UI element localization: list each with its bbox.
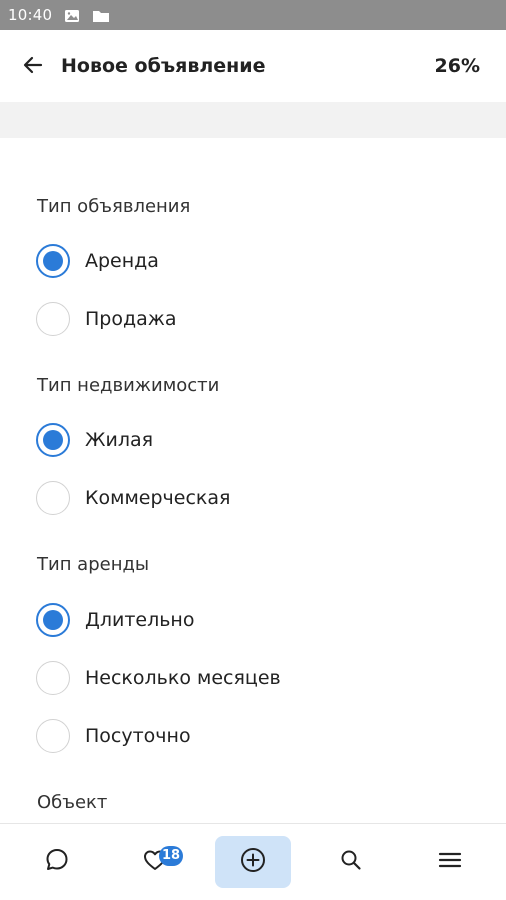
nav-messages[interactable] [19,836,95,888]
radio-unchecked-icon[interactable] [36,302,70,336]
section-label-property-type: Тип недвижимости [37,375,220,396]
radio-unchecked-icon[interactable] [36,719,70,753]
bottom-nav: 18 [0,823,506,900]
divider-band [0,102,506,138]
option-label: Коммерческая [85,487,231,509]
option-label: Продажа [85,308,177,330]
search-icon [339,848,363,876]
nav-menu[interactable] [412,836,488,888]
page-title: Новое объявление [61,55,266,77]
radio-option-long-term[interactable]: Длительно [36,600,476,640]
image-icon [64,8,80,22]
radio-option-few-months[interactable]: Несколько месяцев [36,658,476,698]
radio-checked-icon[interactable] [36,603,70,637]
option-label: Посуточно [85,725,191,747]
chat-icon [44,847,70,877]
option-label: Жилая [85,429,154,451]
option-label: Длительно [85,609,195,631]
nav-favorites[interactable]: 18 [117,836,193,888]
screen: 10:40 Новое объявление 26% Тип объявлени… [0,0,506,900]
status-bar: 10:40 [0,0,506,30]
option-label: Несколько месяцев [85,667,281,689]
radio-unchecked-icon[interactable] [36,481,70,515]
favorites-badge: 18 [159,846,184,866]
app-bar: Новое объявление 26% [0,30,506,102]
radio-unchecked-icon[interactable] [36,661,70,695]
radio-option-commercial[interactable]: Коммерческая [36,478,476,518]
radio-checked-icon[interactable] [36,423,70,457]
section-label-object: Объект [37,792,108,813]
arrow-left-icon [21,53,45,81]
radio-option-daily[interactable]: Посуточно [36,716,476,756]
nav-search[interactable] [313,836,389,888]
radio-option-sale[interactable]: Продажа [36,299,476,339]
back-button[interactable] [18,52,48,82]
section-label-rent-type: Тип аренды [37,554,150,575]
nav-add-listing[interactable] [215,836,291,888]
add-circle-icon [239,846,267,878]
listing-form: Тип объявления Аренда Продажа Тип недвиж… [0,138,506,823]
folder-icon [92,8,110,22]
progress-percent: 26% [434,55,480,77]
option-label: Аренда [85,250,159,272]
radio-option-residential[interactable]: Жилая [36,420,476,460]
status-time: 10:40 [8,6,53,24]
menu-icon [437,849,463,875]
radio-checked-icon[interactable] [36,244,70,278]
section-label-listing-type: Тип объявления [37,196,191,217]
radio-option-rent[interactable]: Аренда [36,241,476,281]
